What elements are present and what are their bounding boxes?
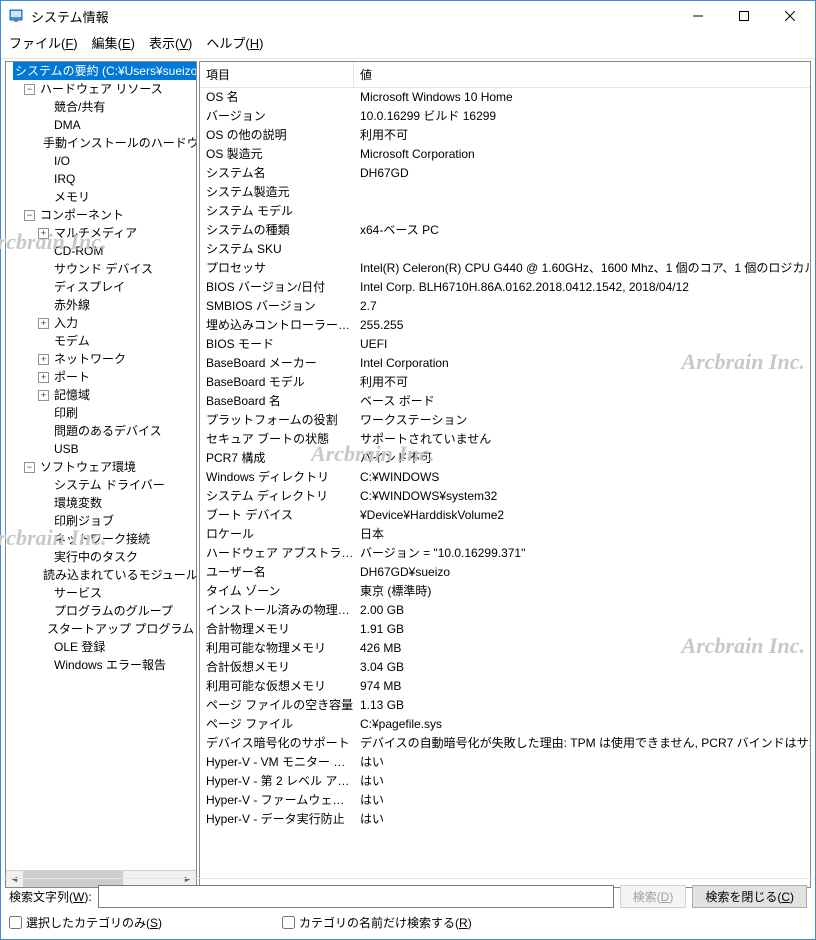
tree-panel: システムの要約 (C:¥Users¥sueizo¥Ap−ハードウェア リソース競… [5,61,197,888]
tree-item[interactable]: +ポート [6,368,196,386]
details-row[interactable]: BIOS モードUEFI [200,335,810,354]
details-row[interactable]: OS 名Microsoft Windows 10 Home [200,88,810,107]
tree-item[interactable]: 印刷ジョブ [6,512,196,530]
tree-item[interactable]: 読み込まれているモジュール [6,566,196,584]
details-row[interactable]: BaseBoard 名ベース ボード [200,392,810,411]
close-button[interactable] [767,1,813,31]
close-search-button[interactable]: 検索を閉じる(C) [692,885,807,908]
header-item[interactable]: 項目 [200,62,354,87]
tree-item[interactable]: ネットワーク接続 [6,530,196,548]
details-row[interactable]: システム ディレクトリC:¥WINDOWS¥system32 [200,487,810,506]
details-row[interactable]: BIOS バージョン/日付Intel Corp. BLH6710H.86A.01… [200,278,810,297]
minimize-button[interactable] [675,1,721,31]
tree-item[interactable]: プログラムのグループ [6,602,196,620]
details-row[interactable]: Hyper-V - VM モニター モー...はい [200,753,810,772]
details-row[interactable]: Windows ディレクトリC:¥WINDOWS [200,468,810,487]
details-row[interactable]: 利用可能な物理メモリ426 MB [200,639,810,658]
details-row[interactable]: ブート デバイス¥Device¥HarddiskVolume2 [200,506,810,525]
titlebar: システム情報 [1,1,815,31]
tree-item[interactable]: Windows エラー報告 [6,656,196,674]
menubar: ファイル(F) 編集(E) 表示(V) ヘルプ(H) [1,31,815,58]
tree-item[interactable]: 問題のあるデバイス [6,422,196,440]
details-row[interactable]: ハードウェア アブストラクション...バージョン = "10.0.16299.3… [200,544,810,563]
details-row[interactable]: ロケール日本 [200,525,810,544]
app-icon [9,8,25,24]
tree-item[interactable]: システムの要約 (C:¥Users¥sueizo¥Ap [6,62,196,80]
details-row[interactable]: 合計仮想メモリ3.04 GB [200,658,810,677]
tree-item[interactable]: ディスプレイ [6,278,196,296]
tree-item[interactable]: メモリ [6,188,196,206]
tree-item[interactable]: +入力 [6,314,196,332]
tree-item[interactable]: I/O [6,152,196,170]
details-row[interactable]: ページ ファイルの空き容量1.13 GB [200,696,810,715]
details-row[interactable]: システム SKU [200,240,810,259]
menu-help[interactable]: ヘルプ(H) [206,33,263,52]
search-input[interactable] [98,885,614,908]
header-value[interactable]: 値 [354,62,378,87]
details-row[interactable]: システム製造元 [200,183,810,202]
tree-item[interactable]: 環境変数 [6,494,196,512]
tree-item[interactable]: サウンド デバイス [6,260,196,278]
details-row[interactable]: デバイス暗号化のサポートデバイスの自動暗号化が失敗した理由: TPM は使用でき… [200,734,810,753]
details-row[interactable]: プロセッサIntel(R) Celeron(R) CPU G440 @ 1.60… [200,259,810,278]
tree-item[interactable]: USB [6,440,196,458]
details-row[interactable]: セキュア ブートの状態サポートされていません [200,430,810,449]
window-title: システム情報 [31,7,675,26]
chk-category-names-only[interactable]: カテゴリの名前だけ検索する(R) [282,914,472,931]
tree-item[interactable]: −ソフトウェア環境 [6,458,196,476]
details-row[interactable]: 埋め込みコントローラーのバー...255.255 [200,316,810,335]
details-row[interactable]: インストール済みの物理メモ...2.00 GB [200,601,810,620]
tree-item[interactable]: DMA [6,116,196,134]
details-row[interactable]: Hyper-V - データ実行防止はい [200,810,810,829]
details-row[interactable]: 合計物理メモリ1.91 GB [200,620,810,639]
details-row[interactable]: PCR7 構成バインド不可 [200,449,810,468]
details-row[interactable]: BaseBoard メーカーIntel Corporation [200,354,810,373]
details-row[interactable]: バージョン10.0.16299 ビルド 16299 [200,107,810,126]
details-row[interactable]: 利用可能な仮想メモリ974 MB [200,677,810,696]
maximize-button[interactable] [721,1,767,31]
details-row[interactable]: ユーザー名DH67GD¥sueizo [200,563,810,582]
chk-selected-category[interactable]: 選択したカテゴリのみ(S) [9,914,162,931]
details-row[interactable]: SMBIOS バージョン2.7 [200,297,810,316]
details-row[interactable]: ページ ファイルC:¥pagefile.sys [200,715,810,734]
details-row[interactable]: BaseBoard モデル利用不可 [200,373,810,392]
details-header[interactable]: 項目 値 [200,62,810,88]
tree-item[interactable]: +記憶域 [6,386,196,404]
tree-item[interactable]: −コンポーネント [6,206,196,224]
details-row[interactable]: Hyper-V - 第 2 レベル アド...はい [200,772,810,791]
menu-file[interactable]: ファイル(F) [9,33,78,52]
menu-view[interactable]: 表示(V) [149,33,192,52]
tree-item[interactable]: −ハードウェア リソース [6,80,196,98]
tree-item[interactable]: 手動インストールのハードウェア [6,134,196,152]
details-row[interactable]: OS 製造元Microsoft Corporation [200,145,810,164]
details-row[interactable]: OS の他の説明利用不可 [200,126,810,145]
tree-item[interactable]: サービス [6,584,196,602]
tree-item[interactable]: システム ドライバー [6,476,196,494]
tree-item[interactable]: OLE 登録 [6,638,196,656]
tree-item[interactable]: モデム [6,332,196,350]
details-row[interactable]: システム モデル [200,202,810,221]
details-row[interactable]: タイム ゾーン東京 (標準時) [200,582,810,601]
tree-item[interactable]: 実行中のタスク [6,548,196,566]
tree-item[interactable]: +ネットワーク [6,350,196,368]
tree-item[interactable]: 競合/共有 [6,98,196,116]
search-bar: 検索文字列(W): 検索(D) 検索を閉じる(C) 選択したカテゴリのみ(S) … [1,878,815,939]
search-label: 検索文字列(W): [9,888,92,905]
tree-item[interactable]: IRQ [6,170,196,188]
tree-item[interactable]: CD-ROM [6,242,196,260]
tree-item[interactable]: 印刷 [6,404,196,422]
tree-item[interactable]: 赤外線 [6,296,196,314]
details-row[interactable]: システム名DH67GD [200,164,810,183]
details-row[interactable]: システムの種類x64-ベース PC [200,221,810,240]
details-row[interactable]: プラットフォームの役割ワークステーション [200,411,810,430]
details-panel: 項目 値 OS 名Microsoft Windows 10 Homeバージョン1… [199,61,811,888]
find-button[interactable]: 検索(D) [620,885,687,908]
tree-item[interactable]: +マルチメディア [6,224,196,242]
details-row[interactable]: Hyper-V - ファームウェアで仮...はい [200,791,810,810]
tree-item[interactable]: スタートアップ プログラム [6,620,196,638]
menu-edit[interactable]: 編集(E) [92,33,135,52]
